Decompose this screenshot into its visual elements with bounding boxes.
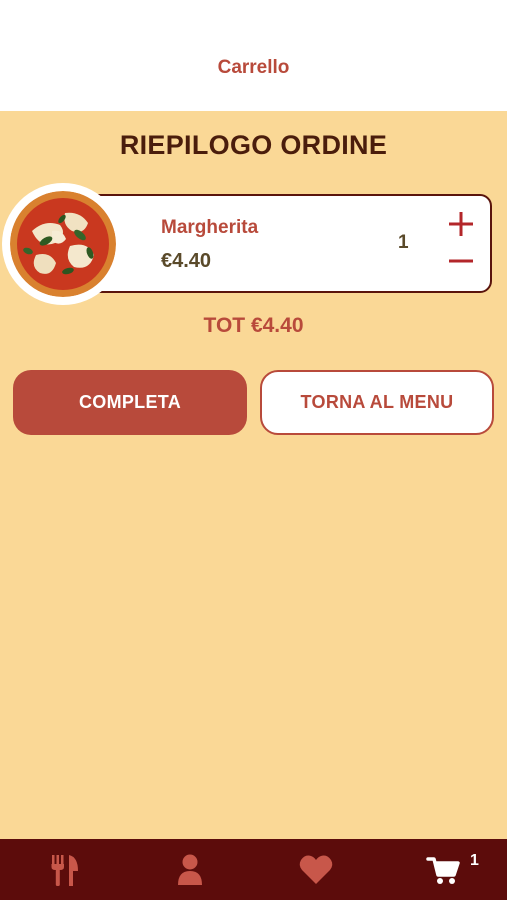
- cart-count-badge: 1: [470, 852, 479, 869]
- cart-item-card: [60, 194, 492, 293]
- cart-icon: [426, 857, 460, 884]
- pizza-image: [2, 183, 124, 305]
- order-summary-title: RIEPILOGO ORDINE: [119, 130, 388, 160]
- order-total: TOT €4.40: [203, 314, 304, 337]
- bottom-tab-bar: [0, 839, 507, 900]
- increase-quantity-button[interactable]: [446, 209, 476, 239]
- tab-menu[interactable]: [47, 853, 83, 887]
- pizza-photo: [10, 191, 116, 297]
- tab-cart[interactable]: [426, 853, 462, 887]
- minus-icon: [449, 259, 473, 263]
- decrease-quantity-button[interactable]: [446, 246, 476, 276]
- item-quantity: 1: [398, 232, 409, 253]
- complete-order-button[interactable]: COMPLETA: [13, 370, 247, 435]
- page-title: Carrello: [217, 57, 290, 78]
- plus-icon: [449, 212, 473, 236]
- item-name: Margherita: [161, 217, 259, 238]
- item-price: €4.40: [161, 250, 212, 272]
- back-to-menu-button[interactable]: TORNA AL MENU: [260, 370, 494, 435]
- tab-favorites[interactable]: [298, 853, 334, 887]
- fork-knife-icon: [51, 855, 78, 886]
- user-icon: [178, 854, 202, 885]
- tab-profile[interactable]: [172, 853, 208, 887]
- top-header: Carrello: [0, 0, 507, 111]
- heart-icon: [299, 855, 333, 884]
